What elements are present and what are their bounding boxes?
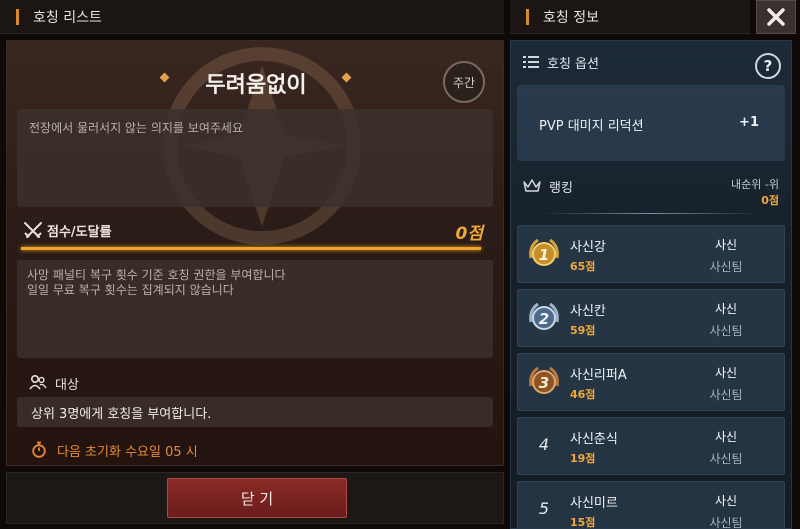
rank-number: 4 [538, 435, 550, 454]
rank-number: 3 [539, 374, 549, 392]
title-list-label: 호칭 리스트 [33, 9, 102, 26]
title-info-header: 호칭 정보 [510, 0, 750, 34]
title-info-panel: 호칭 옵션 ? PVP 대미지 리덕션 +1 랭킹 내순위 -위 0점 1 사신… [510, 40, 792, 529]
title-name: 두려움없이 [205, 73, 307, 98]
player-score: 19점 [570, 452, 596, 465]
player-team: 사신팀 [709, 452, 743, 466]
score-row: 점수/도달률 0점 [17, 219, 493, 247]
condition-info: 사망 패널티 복구 횟수 기준 호칭 권한을 부여합니다 일일 무료 복구 횟수… [17, 260, 493, 358]
header-accent [526, 8, 529, 25]
my-rank-text: 내순위 -위 [731, 178, 779, 191]
player-name: 사신춘식 [570, 432, 618, 447]
player-guild: 사신 [714, 366, 738, 380]
ranking-row[interactable]: 1 사신강 65점 사신 사신팀 [517, 225, 785, 283]
ranking-label: 랭킹 [549, 181, 573, 196]
player-name: 사신리퍼A [570, 368, 627, 383]
ranking-row[interactable]: 3 사신리퍼A 46점 사신 사신팀 [517, 353, 785, 411]
close-window-button[interactable] [756, 0, 796, 34]
weekly-badge-label: 주간 [452, 75, 476, 90]
score-label: 점수/도달률 [47, 225, 112, 240]
player-guild: 사신 [714, 494, 738, 508]
player-guild: 사신 [714, 302, 738, 316]
rank-number: 1 [539, 246, 549, 264]
player-name: 사신강 [570, 240, 606, 255]
target-text: 상위 3명에게 호칭을 부여합니다. [31, 407, 212, 422]
help-icon[interactable]: ? [755, 53, 781, 79]
ranking-row[interactable]: 2 사신칸 59점 사신 사신팀 [517, 289, 785, 347]
silver-medal-icon: 2 [529, 302, 559, 330]
close-icon [767, 8, 785, 26]
stopwatch-icon [32, 441, 46, 458]
rank-number: 2 [539, 310, 549, 328]
player-score: 15점 [570, 516, 596, 529]
player-team: 사신팀 [709, 388, 743, 402]
score-value: 0점 [455, 224, 483, 244]
player-team: 사신팀 [709, 260, 743, 274]
bronze-medal-icon: 3 [529, 366, 559, 394]
close-button[interactable]: 닫 기 [167, 478, 347, 518]
info-line: 사망 패널티 복구 횟수 기준 호칭 권한을 부여합니다 [27, 268, 286, 282]
target-label: 대상 [55, 378, 79, 393]
ranking-row[interactable]: 5 사신미르 15점 사신 사신팀 [517, 481, 785, 529]
ranking-divider [541, 213, 761, 214]
rank-number: 5 [538, 499, 550, 518]
option-box: PVP 대미지 리덕션 +1 [517, 85, 785, 161]
my-rank: 내순위 -위 0점 [731, 177, 779, 209]
info-line: 일일 무료 복구 횟수는 집계되지 않습니다 [27, 283, 234, 297]
gold-medal-icon: 1 [529, 238, 559, 266]
title-info-label: 호칭 정보 [543, 9, 599, 26]
ranking-row[interactable]: 4 사신춘식 19점 사신 사신팀 [517, 417, 785, 475]
target-box: 상위 3명에게 호칭을 부여합니다. [17, 397, 493, 427]
option-name: PVP 대미지 리덕션 [539, 119, 644, 134]
title-detail-panel: 두려움없이 주간 전장에서 물러서지 않는 의지를 보여주세요 점수/도달률 0… [6, 40, 504, 466]
description-text: 전장에서 물러서지 않는 의지를 보여주세요 [29, 121, 243, 135]
player-name: 사신미르 [570, 496, 618, 511]
header-accent [16, 8, 19, 25]
player-guild: 사신 [714, 238, 738, 252]
options-label: 호칭 옵션 [547, 57, 599, 72]
crown-icon [523, 179, 541, 192]
player-team: 사신팀 [709, 324, 743, 338]
score-progress-bar [21, 247, 481, 250]
users-icon [29, 374, 47, 390]
player-team: 사신팀 [709, 516, 743, 529]
footer-bar: 닫 기 [6, 472, 504, 524]
player-score: 46점 [570, 388, 596, 401]
title-list-header: 호칭 리스트 [0, 0, 504, 34]
title-description: 전장에서 물러서지 않는 의지를 보여주세요 [17, 109, 493, 207]
close-button-label: 닫 기 [240, 489, 274, 508]
player-name: 사신칸 [570, 304, 606, 319]
list-icon [523, 56, 539, 68]
option-value: +1 [739, 115, 759, 130]
my-rank-score: 0점 [761, 194, 779, 207]
player-guild: 사신 [714, 430, 738, 444]
reset-time-text: 다음 초기화 수요일 05 시 [57, 445, 198, 460]
title-window: 호칭 리스트 호칭 정보 두려움없이 주간 전장에서 물러서지 않는 의지를 보… [0, 0, 800, 529]
player-score: 65점 [570, 260, 596, 273]
crossed-swords-icon [24, 222, 42, 238]
player-score: 59점 [570, 324, 596, 337]
weekly-badge: 주간 [443, 61, 485, 103]
